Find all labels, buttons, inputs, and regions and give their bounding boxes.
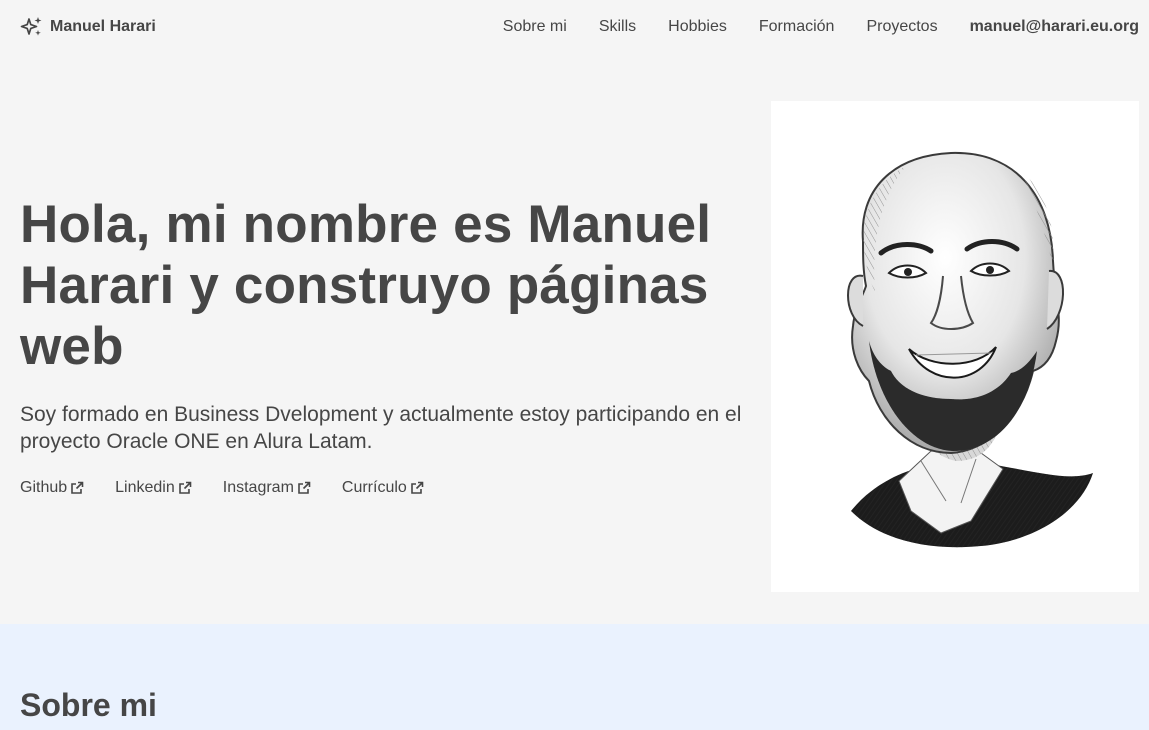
github-link[interactable]: Github: [20, 479, 84, 497]
instagram-link[interactable]: Instagram: [223, 479, 311, 497]
brand-name: Manuel Harari: [50, 18, 156, 35]
email-link[interactable]: manuel@harari.eu.org: [970, 18, 1139, 36]
hero-title: Hola, mi nombre es Manuel Harari y const…: [20, 195, 712, 376]
nav-link-hobbies[interactable]: Hobbies: [668, 18, 727, 36]
linkedin-link-label: Linkedin: [115, 479, 175, 496]
curriculo-link[interactable]: Currículo: [342, 479, 424, 497]
sparkles-icon: [20, 16, 43, 38]
social-links: Github Linkedin Instagram Currículo: [20, 479, 424, 497]
external-link-icon: [178, 481, 192, 495]
linkedin-link[interactable]: Linkedin: [115, 479, 192, 497]
portrait-image: [771, 101, 1139, 592]
instagram-link-label: Instagram: [222, 479, 294, 496]
github-link-label: Github: [20, 479, 68, 496]
external-link-icon: [70, 481, 84, 495]
about-heading: Sobre mi: [20, 687, 157, 723]
curriculo-link-label: Currículo: [341, 479, 407, 496]
nav-link-formacion[interactable]: Formación: [759, 18, 835, 36]
external-link-icon: [297, 481, 311, 495]
hero-lead: Soy formado en Business Dvelopment y act…: [20, 403, 742, 453]
brand-link[interactable]: Manuel Harari: [20, 16, 156, 38]
nav-link-sobre-mi[interactable]: Sobre mi: [503, 18, 567, 36]
main-nav: Sobre mi Skills Hobbies Formación Proyec…: [471, 18, 1139, 36]
external-link-icon: [410, 481, 424, 495]
top-navigation-bar: Manuel Harari Sobre mi Skills Hobbies Fo…: [0, 0, 1149, 54]
hero-section: Hola, mi nombre es Manuel Harari y const…: [0, 54, 1149, 624]
about-section: Sobre mi: [0, 624, 1149, 730]
nav-link-proyectos[interactable]: Proyectos: [866, 18, 937, 36]
nav-link-skills[interactable]: Skills: [599, 18, 636, 36]
